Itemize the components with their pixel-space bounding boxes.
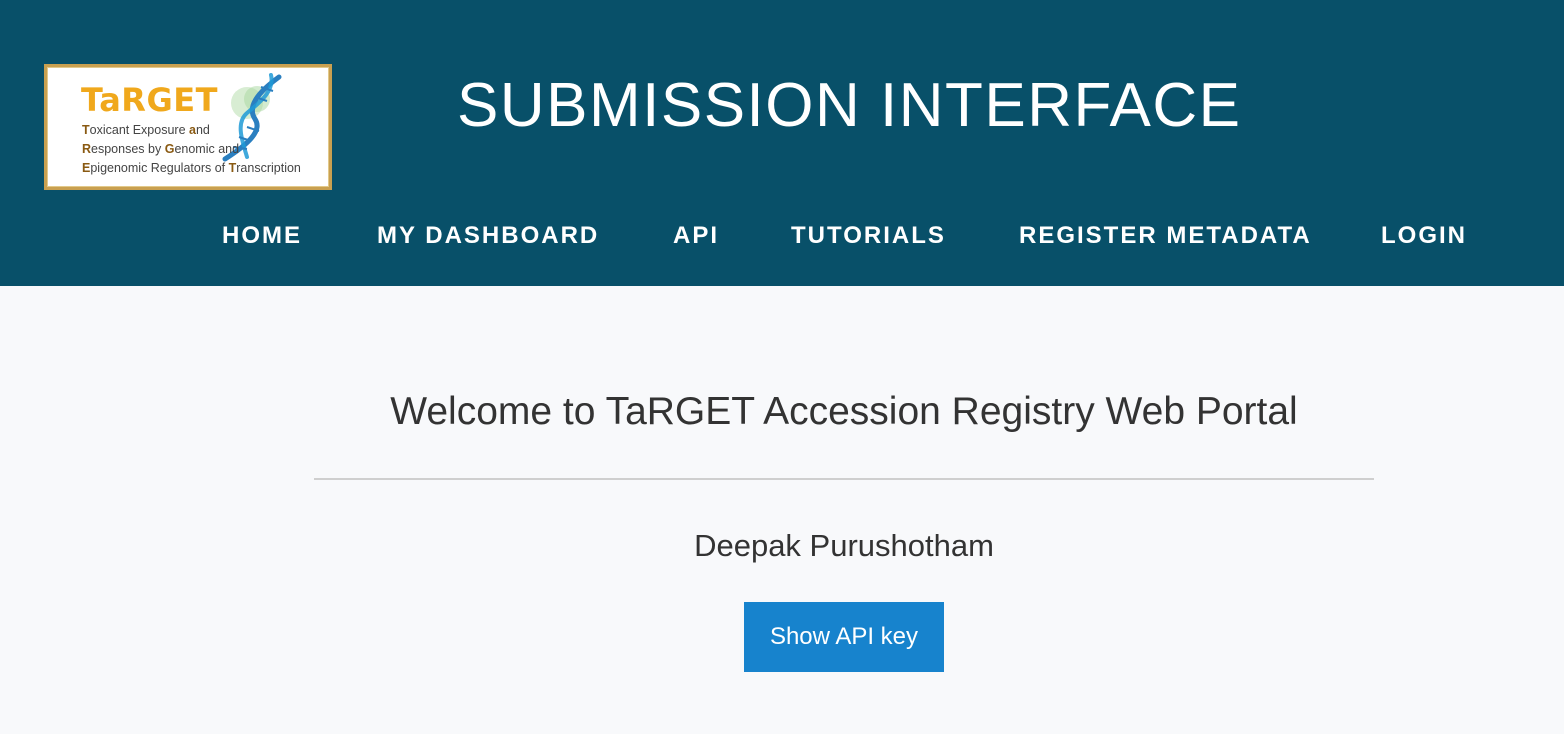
logo-word: enomic and bbox=[174, 142, 240, 156]
site-title: SUBMISSION INTERFACE bbox=[457, 71, 1242, 140]
logo-word: pigenomic Regulators of bbox=[90, 161, 229, 175]
logo-initial: a bbox=[189, 123, 196, 137]
user-name: Deepak Purushotham bbox=[694, 528, 994, 563]
nav-api-link[interactable]: API bbox=[673, 222, 719, 250]
main-nav: HOME MY DASHBOARD API TUTORIALS REGISTER… bbox=[0, 222, 1564, 256]
nav-home-link[interactable]: HOME bbox=[222, 222, 302, 250]
logo-initial: G bbox=[164, 142, 175, 156]
main-content: Welcome to TaRGET Accession Registry Web… bbox=[0, 286, 1564, 734]
logo-line-3: Epigenomic Regulators of Transcription bbox=[82, 161, 301, 175]
target-logo[interactable]: TaRGET Toxicant Exposure and Responses b… bbox=[44, 64, 332, 190]
logo-word: oxicant Exposure bbox=[89, 123, 189, 137]
show-api-key-button[interactable]: Show API key bbox=[744, 602, 944, 672]
nav-register-metadata-link[interactable]: REGISTER METADATA bbox=[1019, 222, 1312, 250]
logo-word: esponses by bbox=[91, 142, 165, 156]
logo-title: TaRGET bbox=[81, 81, 218, 119]
nav-tutorials-link[interactable]: TUTORIALS bbox=[791, 222, 946, 250]
logo-line-2: Responses by Genomic and bbox=[82, 142, 239, 156]
divider bbox=[314, 478, 1374, 480]
logo-initial: R bbox=[82, 142, 92, 156]
logo-line-1: Toxicant Exposure and bbox=[82, 123, 210, 137]
logo-word: nd bbox=[195, 123, 210, 137]
logo-initial: T bbox=[82, 123, 90, 137]
welcome-heading: Welcome to TaRGET Accession Registry Web… bbox=[390, 390, 1298, 433]
nav-my-dashboard-link[interactable]: MY DASHBOARD bbox=[377, 222, 599, 250]
logo-word: ranscription bbox=[236, 161, 301, 175]
site-header: TaRGET Toxicant Exposure and Responses b… bbox=[0, 0, 1564, 286]
nav-login-link[interactable]: LOGIN bbox=[1381, 222, 1467, 250]
